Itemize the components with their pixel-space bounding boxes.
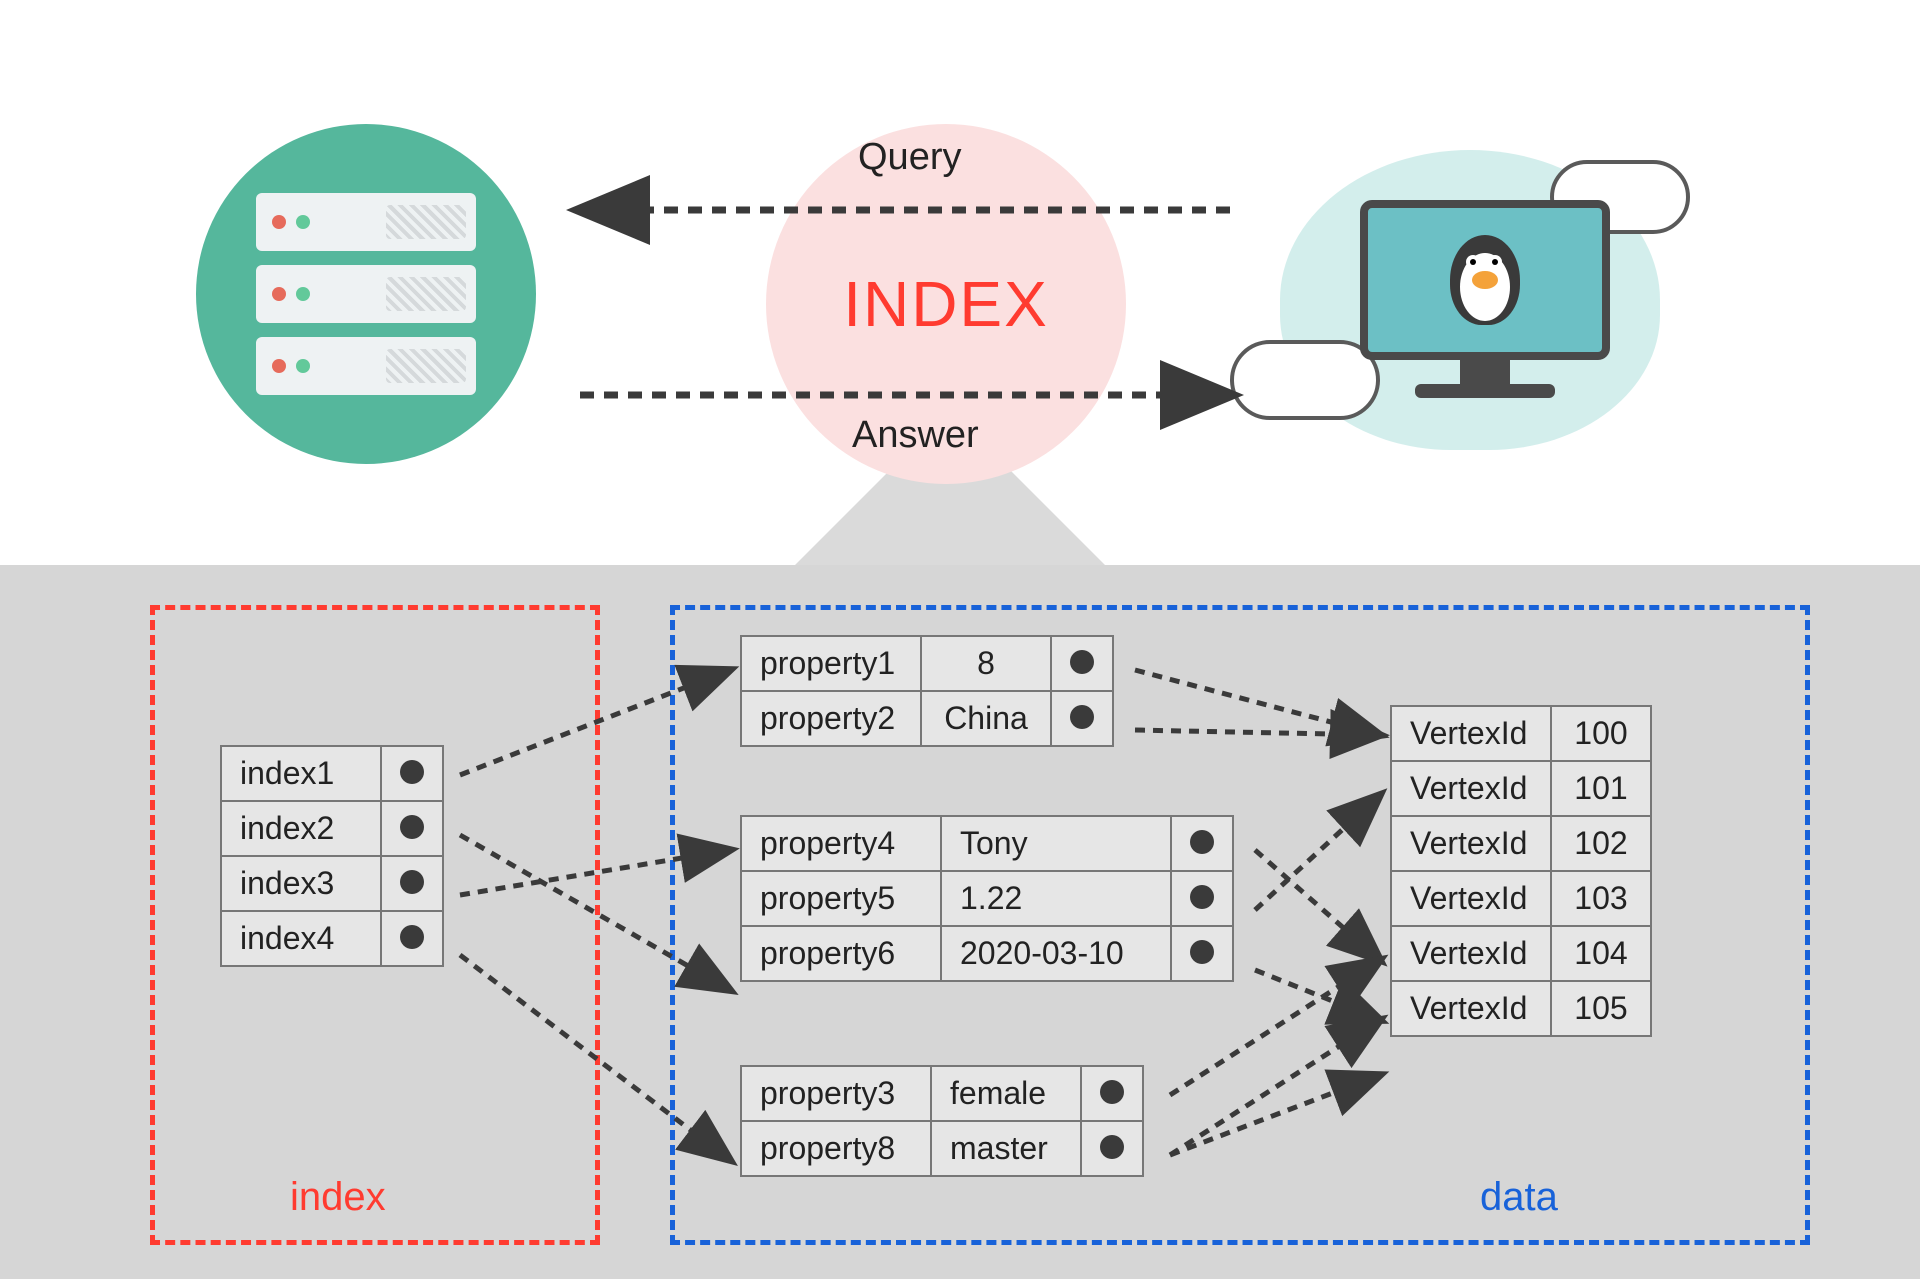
pointer-dot [1070,705,1094,729]
table-row: property3female [741,1066,1143,1121]
table-row: property4Tony [741,816,1233,871]
penguin-icon [1440,225,1530,335]
query-label: Query [858,136,961,179]
client-computer-icon [1250,120,1680,470]
pointer-dot [400,760,424,784]
table-row: VertexId104 [1391,926,1651,981]
table-row: property18 [741,636,1113,691]
table-row: property51.22 [741,871,1233,926]
pointer-dot [1190,885,1214,909]
pointer-dot [1100,1135,1124,1159]
pointer-dot [1190,830,1214,854]
table-row: VertexId105 [1391,981,1651,1036]
vertex-table: VertexId100 VertexId101 VertexId102 Vert… [1390,705,1652,1037]
property-table-b: property4Tony property51.22 property6202… [740,815,1234,982]
table-row: property8master [741,1121,1143,1176]
table-row: VertexId103 [1391,871,1651,926]
pointer-dot [1070,650,1094,674]
server-icon [196,124,536,464]
property-table-c: property3female property8master [740,1065,1144,1177]
table-row: index1 [221,746,443,801]
table-row: property2China [741,691,1113,746]
table-row: VertexId102 [1391,816,1651,871]
pointer-dot [400,925,424,949]
bottom-panel: index data index1 index2 index3 index4 p… [0,565,1920,1279]
pointer-dot [400,870,424,894]
index-circle-label: INDEX [843,267,1049,341]
top-area: INDEX Query Answer [0,0,1920,570]
table-row: index3 [221,856,443,911]
property-table-a: property18 property2China [740,635,1114,747]
table-row: property62020-03-10 [741,926,1233,981]
table-row: VertexId101 [1391,761,1651,816]
answer-label: Answer [852,414,979,457]
index-table: index1 index2 index3 index4 [220,745,444,967]
index-box-label: index [290,1175,386,1220]
pointer-dot [1190,940,1214,964]
table-row: index2 [221,801,443,856]
diagram-canvas: INDEX Query Answer [0,0,1920,1279]
pointer-dot [400,815,424,839]
data-box-label: data [1480,1175,1558,1220]
table-row: VertexId100 [1391,706,1651,761]
table-row: index4 [221,911,443,966]
pointer-dot [1100,1080,1124,1104]
